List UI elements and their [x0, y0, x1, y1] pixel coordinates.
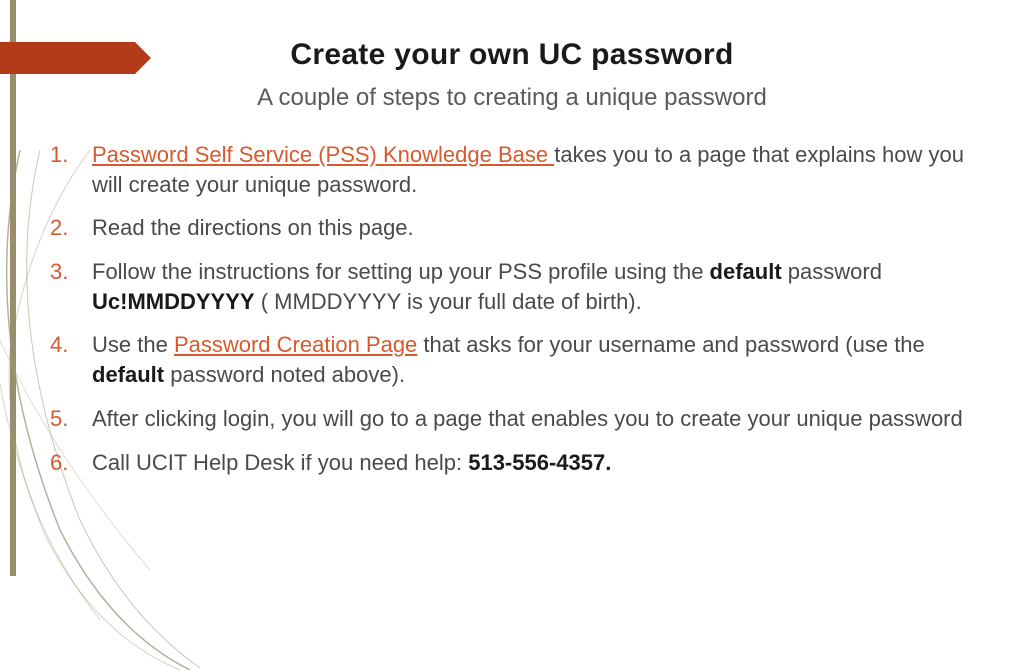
item-text: ( MMDDYYYY is your full date of birth).	[255, 289, 642, 314]
item-text: After clicking login, you will go to a p…	[92, 406, 963, 431]
password-creation-link[interactable]: Password Creation Page	[174, 332, 417, 357]
page-title: Create your own UC password	[50, 38, 974, 72]
list-item: Follow the instructions for setting up y…	[50, 257, 974, 316]
slide-content: Create your own UC password A couple of …	[0, 38, 1024, 491]
page-subtitle: A couple of steps to creating a unique p…	[50, 84, 974, 112]
bold-text: default	[710, 259, 782, 284]
bold-text: default	[92, 362, 164, 387]
item-text: password noted above).	[164, 362, 405, 387]
item-text: Read the directions on this page.	[92, 215, 414, 240]
item-text: Follow the instructions for setting up y…	[92, 259, 710, 284]
list-item: Call UCIT Help Desk if you need help: 51…	[50, 448, 974, 478]
bold-text: Uc!MMDDYYYY	[92, 289, 255, 314]
item-text: password	[782, 259, 882, 284]
list-item: Read the directions on this page.	[50, 213, 974, 243]
item-text: Call UCIT Help Desk if you need help:	[92, 450, 468, 475]
list-item: After clicking login, you will go to a p…	[50, 404, 974, 434]
list-item: Password Self Service (PSS) Knowledge Ba…	[50, 140, 974, 199]
pss-kb-link[interactable]: Password Self Service (PSS) Knowledge Ba…	[92, 142, 554, 167]
item-text: Use the	[92, 332, 174, 357]
list-item: Use the Password Creation Page that asks…	[50, 330, 974, 389]
bold-text: 513-556-4357.	[468, 450, 611, 475]
item-text: that asks for your username and password…	[417, 332, 924, 357]
steps-list: Password Self Service (PSS) Knowledge Ba…	[50, 140, 974, 477]
